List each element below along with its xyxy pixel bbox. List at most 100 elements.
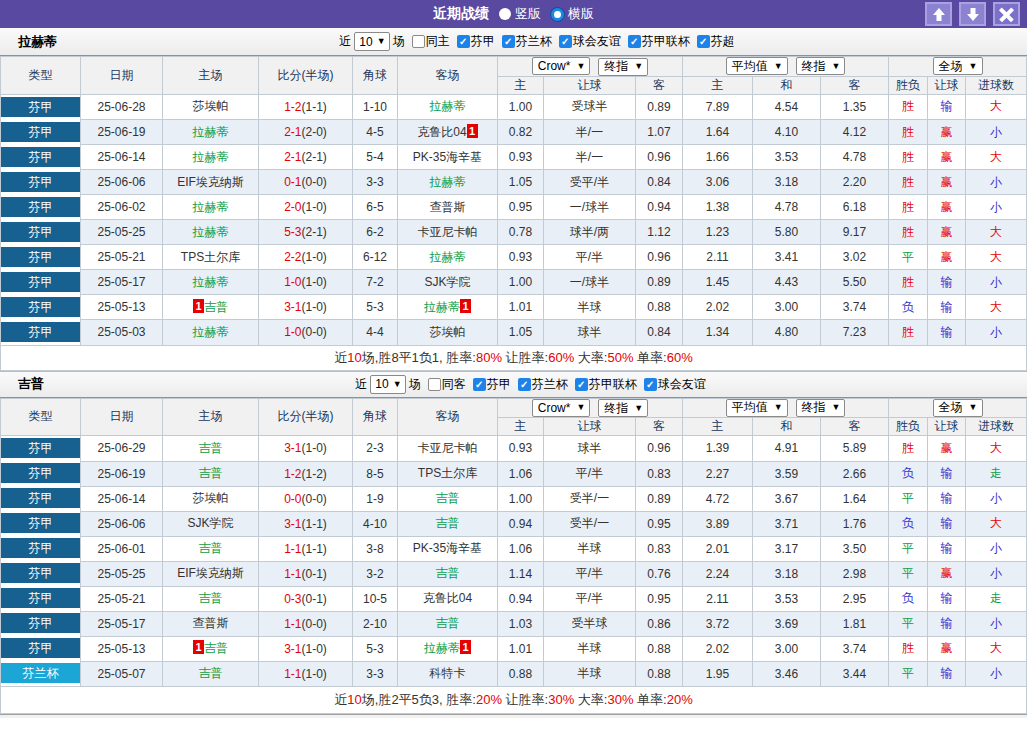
- col-subheader: 进球数: [966, 418, 1027, 436]
- result-cell: 小: [966, 195, 1027, 220]
- half-time-score: (1-0): [302, 441, 327, 455]
- result-cell: 输: [928, 511, 966, 536]
- filter-checkbox-芬甲[interactable]: ✓芬甲: [457, 33, 495, 50]
- match-row: 芬甲25-06-19拉赫蒂2-1(2-0)4-5克鲁比0410.82半/一1.0…: [1, 120, 1027, 145]
- filter-checkbox-芬甲联杯[interactable]: ✓芬甲联杯: [575, 376, 637, 393]
- result-text: 赢: [941, 175, 953, 189]
- filter-checkbox-芬甲[interactable]: ✓芬甲: [473, 376, 511, 393]
- half-time-score: (1-1): [302, 517, 327, 531]
- full-time-score: 0-0: [284, 492, 301, 506]
- result-text: 小: [990, 200, 1002, 214]
- odds-cell: 3.46: [753, 661, 821, 687]
- half-time-score: (0-0): [302, 175, 327, 189]
- filter-checkbox-芬兰杯[interactable]: ✓芬兰杯: [502, 33, 552, 50]
- result-cell: 赢: [928, 195, 966, 220]
- result-text: 平: [902, 541, 914, 555]
- col-subheader: 胜负: [889, 418, 928, 436]
- europe-odds-group-select[interactable]: 终指▼: [796, 399, 846, 417]
- half-time-score: (1-0): [302, 250, 327, 264]
- col-header-日期: 日期: [81, 398, 163, 436]
- col-header-类型: 类型: [1, 398, 81, 436]
- move-up-button[interactable]: [925, 2, 952, 26]
- result-cell: 负: [889, 586, 928, 611]
- summary-text: 场,胜2平5负3, 胜率:: [362, 692, 476, 707]
- summary-text: 80%: [476, 350, 502, 365]
- match-type-cell: 芬甲: [1, 586, 81, 611]
- result-text: 小: [990, 325, 1002, 339]
- filter-checkbox-芬甲联杯[interactable]: ✓芬甲联杯: [628, 33, 690, 50]
- result-cell: 大: [966, 295, 1027, 320]
- odds-cell: 6.18: [821, 195, 889, 220]
- radio-vertical[interactable]: 竖版: [499, 5, 541, 23]
- radio-horizontal-dot: [551, 8, 564, 21]
- odds-cell: 0.93: [498, 436, 544, 462]
- result-text: 负: [902, 466, 914, 480]
- result-text: 大: [990, 300, 1002, 314]
- handicap-odds-group-select[interactable]: 终指▼: [598, 399, 648, 417]
- match-count-select[interactable]: 10▼: [354, 32, 389, 51]
- match-type-cell: 芬甲: [1, 195, 81, 220]
- filter-checkbox-球会友谊[interactable]: ✓球会友谊: [644, 376, 706, 393]
- filter-checkbox-同主[interactable]: 同主: [412, 33, 450, 50]
- score-cell: 2-0(1-0): [259, 195, 353, 220]
- home-team-name: 拉赫蒂: [193, 275, 229, 289]
- handicap-odds-group-select[interactable]: 终指▼: [598, 58, 648, 76]
- odds-cell: 3.02: [821, 245, 889, 270]
- away-team-cell: 克鲁比041: [398, 120, 498, 145]
- odds-cell: 9.17: [821, 220, 889, 245]
- result-text: 胜: [902, 441, 914, 455]
- match-date: 25-06-28: [81, 94, 163, 120]
- europe-odds-group-select[interactable]: 平均值▼: [726, 399, 788, 417]
- result-text: 大: [990, 250, 1002, 264]
- result-group-select[interactable]: 全场▼: [933, 57, 983, 75]
- odds-cell: 3.53: [753, 586, 821, 611]
- match-type-badge: 芬甲: [1, 588, 80, 608]
- score-cell: 0-0(0-0): [259, 486, 353, 511]
- checkbox-checked-icon: ✓: [697, 35, 710, 48]
- handicap-odds-group-select[interactable]: Crow*▼: [532, 57, 591, 75]
- away-team-name: 科特卡: [430, 666, 466, 680]
- result-group-select[interactable]: 全场▼: [933, 399, 983, 417]
- odds-cell: 0.93: [498, 145, 544, 170]
- match-count-select[interactable]: 10▼: [370, 375, 405, 394]
- col-subheader: 主: [683, 76, 753, 94]
- summary-text: 10: [347, 692, 361, 707]
- odds-cell: 2.98: [821, 561, 889, 586]
- odds-cell: 1.06: [498, 461, 544, 486]
- summary-text: 大率:: [574, 350, 607, 365]
- handicap-odds-group-select[interactable]: Crow*▼: [532, 399, 591, 417]
- odds-cell: 3.44: [821, 661, 889, 687]
- odds-cell: 球半: [544, 436, 636, 462]
- match-row: 芬甲25-05-21TPS土尔库2-2(1-0)6-12拉赫蒂0.93平/半0.…: [1, 245, 1027, 270]
- radio-horizontal[interactable]: 横版: [551, 5, 594, 23]
- close-button[interactable]: [993, 2, 1020, 26]
- checkbox-label: 芬兰杯: [532, 376, 568, 393]
- checkbox-unchecked-icon: [412, 35, 425, 48]
- odds-cell: 受半/一: [544, 486, 636, 511]
- away-team-cell: 卡亚尼卡帕: [398, 436, 498, 462]
- odds-cell: 2.11: [683, 586, 753, 611]
- result-text: 输: [941, 666, 953, 680]
- filter-checkbox-芬超[interactable]: ✓芬超: [697, 33, 735, 50]
- filter-bar: 近10▼场同主✓芬甲✓芬兰杯✓球会友谊✓芬甲联杯✓芬超: [339, 32, 734, 51]
- chevron-down-icon: ▼: [634, 404, 643, 413]
- europe-odds-group-select[interactable]: 终指▼: [796, 57, 846, 75]
- filter-checkbox-芬兰杯[interactable]: ✓芬兰杯: [518, 376, 568, 393]
- match-date: 25-06-06: [81, 170, 163, 195]
- home-team-cell: 吉普: [163, 661, 259, 687]
- home-team-name: 吉普: [199, 466, 223, 480]
- match-row: 芬甲25-06-14莎埃帕0-0(0-0)1-9吉普1.00受半/一0.894.…: [1, 486, 1027, 511]
- match-count-value: 10: [375, 377, 388, 391]
- europe-odds-group-select[interactable]: 平均值▼: [726, 57, 788, 75]
- odds-cell: 3.71: [753, 511, 821, 536]
- filter-checkbox-球会友谊[interactable]: ✓球会友谊: [559, 33, 621, 50]
- result-cell: 输: [928, 661, 966, 687]
- home-team-cell: 拉赫蒂: [163, 220, 259, 245]
- home-team-name: EIF埃克纳斯: [177, 566, 244, 580]
- odds-cell: 半球: [544, 536, 636, 561]
- filter-checkbox-同客[interactable]: 同客: [428, 376, 466, 393]
- away-team-name: 莎埃帕: [430, 325, 466, 339]
- move-down-button[interactable]: [959, 2, 986, 26]
- full-time-score: 2-1: [284, 150, 301, 164]
- odds-cell: 2.27: [683, 461, 753, 486]
